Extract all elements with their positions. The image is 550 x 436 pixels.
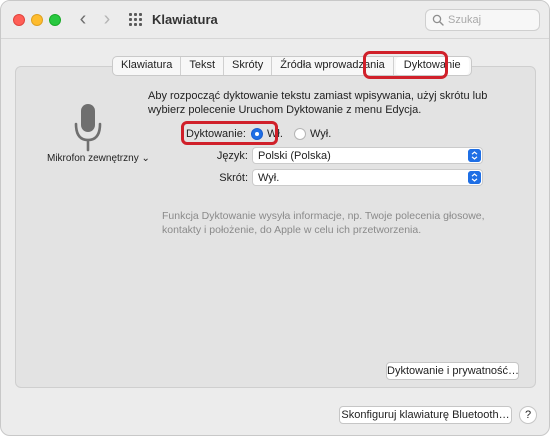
- title-bar: ‹ › Klawiatura: [1, 1, 549, 39]
- search-icon: [432, 14, 444, 26]
- language-value: Polski (Polska): [258, 150, 331, 162]
- close-window-button[interactable]: [13, 14, 25, 26]
- shortcut-label: Skrót:: [219, 172, 248, 184]
- microphone-icon: [74, 104, 102, 152]
- show-all-grid-icon[interactable]: [129, 13, 143, 27]
- back-arrow-icon[interactable]: ‹: [73, 9, 93, 30]
- language-select[interactable]: Polski (Polska): [252, 147, 483, 164]
- dictation-off-radio[interactable]: [294, 128, 306, 140]
- chevron-updown-icon: [468, 149, 481, 162]
- search-input[interactable]: [448, 13, 534, 27]
- zoom-window-button[interactable]: [49, 14, 61, 26]
- tab-text[interactable]: Tekst: [181, 57, 225, 75]
- window-title: Klawiatura: [152, 12, 218, 27]
- forward-arrow-icon[interactable]: ›: [97, 9, 117, 30]
- search-field[interactable]: [425, 9, 540, 31]
- shortcut-select[interactable]: Wył.: [252, 169, 483, 186]
- microphone-source-selector[interactable]: Mikrofon zewnętrzny ⌄: [47, 153, 150, 164]
- tab-highlight-frame: [363, 51, 448, 79]
- chevron-updown-icon: [468, 171, 481, 184]
- dictation-privacy-button[interactable]: Dyktowanie i prywatność…: [386, 362, 519, 380]
- dictation-toggle-highlight-frame: [181, 121, 278, 145]
- setup-bluetooth-keyboard-button[interactable]: Skonfiguruj klawiaturę Bluetooth…: [339, 406, 512, 424]
- privacy-note: Funkcja Dyktowanie wysyła informacje, np…: [162, 210, 485, 236]
- shortcut-value: Wył.: [258, 172, 280, 184]
- minimize-window-button[interactable]: [31, 14, 43, 26]
- dictation-off-label: Wył.: [310, 128, 332, 140]
- tab-keyboard[interactable]: Klawiatura: [113, 57, 182, 75]
- preferences-window: ‹ › Klawiatura Klawiatura Tekst Skróty Ź…: [0, 0, 550, 436]
- tab-shortcuts[interactable]: Skróty: [224, 57, 273, 75]
- language-label: Język:: [216, 150, 248, 162]
- help-button[interactable]: ?: [519, 406, 537, 424]
- dictation-description: Aby rozpocząć dyktowanie tekstu zamiast …: [148, 90, 488, 116]
